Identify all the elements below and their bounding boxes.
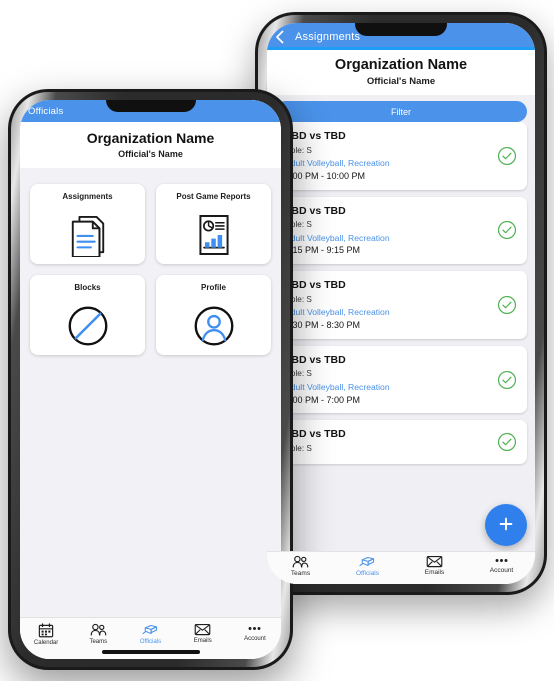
check-circle-icon[interactable] <box>497 146 517 166</box>
nav-label: Officials <box>139 639 162 645</box>
nav-item-teams[interactable]: Teams <box>72 623 124 645</box>
whistle-icon <box>142 623 159 637</box>
mockup-stage: Assignments Organization Name Official's… <box>0 0 554 681</box>
assignments-screen: Assignments Organization Name Official's… <box>267 23 535 584</box>
nav-label: Officials <box>356 570 379 577</box>
check-circle-icon[interactable] <box>497 432 517 452</box>
nav-item-teams[interactable]: Teams <box>267 555 334 578</box>
phone-back-assignments: Assignments Organization Name Official's… <box>255 12 547 595</box>
notch <box>355 23 447 36</box>
assignment-matchup: TBD vs TBD <box>285 130 346 142</box>
appbar-title: Officials <box>28 105 64 117</box>
table-row[interactable]: TBD vs TBD Role: S Adult Volleyball, Rec… <box>271 271 527 339</box>
nav-item-emails[interactable]: Emails <box>177 623 229 644</box>
organization-name: Organization Name <box>86 130 215 146</box>
nav-item-emails[interactable]: Emails <box>401 555 468 577</box>
check-circle-icon[interactable] <box>497 220 517 240</box>
phone-front-officials: Officials Organization Name Official's N… <box>8 89 293 670</box>
assignment-time: 7:30 PM - 8:30 PM <box>285 319 361 330</box>
menu-tile-grid: Assignments Post Game Reports Blocks Pro… <box>20 184 281 355</box>
table-row[interactable]: TBD vs TBD Role: S <box>271 420 527 465</box>
tile-blocks[interactable]: Blocks <box>30 275 145 355</box>
assignment-league[interactable]: Adult Volleyball, Recreation <box>285 158 491 168</box>
notch <box>105 100 196 112</box>
assignment-role: Role: S <box>285 220 312 230</box>
tile-label: Post Game Reports <box>176 192 251 201</box>
assignment-role: Role: S <box>285 443 312 453</box>
assignment-info: TBD vs TBD Role: S Adult Volleyball, Rec… <box>285 354 491 406</box>
nav-label: Emails <box>424 569 445 576</box>
ellipsis-icon <box>246 623 263 634</box>
assignment-role: Role: S <box>285 369 312 379</box>
assignment-info: TBD vs TBD Role: S Adult Volleyball, Rec… <box>285 205 491 257</box>
officials-home-screen: Officials Organization Name Official's N… <box>20 100 281 659</box>
assignment-time: 9:00 PM - 10:00 PM <box>285 170 366 181</box>
nav-item-account[interactable]: Account <box>229 623 281 642</box>
assignment-league[interactable]: Adult Volleyball, Recreation <box>285 307 491 317</box>
assignment-info: TBD vs TBD Role: S Adult Volleyball, Rec… <box>285 130 491 182</box>
calendar-icon <box>38 623 54 638</box>
people-icon <box>292 555 309 569</box>
org-header: Organization Name Official's Name <box>267 50 535 95</box>
tile-assignments[interactable]: Assignments <box>30 184 145 264</box>
ellipsis-icon <box>493 555 510 566</box>
nav-item-officials[interactable]: Officials <box>124 623 176 645</box>
tile-post-game-reports[interactable]: Post Game Reports <box>156 184 271 264</box>
block-circle-icon <box>67 296 109 355</box>
front-phone-screen: Officials Organization Name Official's N… <box>20 100 281 659</box>
person-circle-icon <box>193 296 235 355</box>
home-indicator <box>101 650 200 654</box>
nav-label: Emails <box>193 638 212 644</box>
bottom-navigation: Teams Officials Emails Account <box>267 551 535 584</box>
nav-item-account[interactable]: Account <box>468 555 535 575</box>
report-chart-icon <box>195 205 233 264</box>
tile-label: Blocks <box>74 283 101 292</box>
whistle-icon <box>359 555 376 569</box>
filter-button[interactable]: Filter <box>275 101 527 122</box>
assignments-list[interactable]: TBD vs TBD Role: S Adult Volleyball, Rec… <box>267 122 535 555</box>
nav-label: Calendar <box>33 640 59 646</box>
org-header: Organization Name Official's Name <box>20 122 281 168</box>
assignment-league[interactable]: Adult Volleyball, Recreation <box>285 382 491 392</box>
nav-item-calendar[interactable]: Calendar <box>20 623 72 646</box>
add-assignment-fab[interactable] <box>485 504 527 546</box>
official-name: Official's Name <box>366 76 436 87</box>
nav-item-officials[interactable]: Officials <box>334 555 401 578</box>
tile-label: Profile <box>201 283 226 292</box>
back-phone-screen: Assignments Organization Name Official's… <box>267 23 535 584</box>
nav-label: Teams <box>89 639 108 645</box>
assignment-matchup: TBD vs TBD <box>285 204 346 217</box>
appbar-title: Assignments <box>295 30 361 43</box>
envelope-icon <box>426 555 443 568</box>
table-row[interactable]: TBD vs TBD Role: S Adult Volleyball, Rec… <box>271 345 527 414</box>
plus-icon <box>497 515 515 536</box>
check-circle-icon[interactable] <box>497 370 517 390</box>
assignment-matchup: TBD vs TBD <box>285 279 346 292</box>
nav-label: Account <box>244 636 266 642</box>
table-row[interactable]: TBD vs TBD Role: S Adult Volleyball, Rec… <box>271 122 527 190</box>
assignment-matchup: TBD vs TBD <box>285 428 346 441</box>
tile-label: Assignments <box>62 192 113 201</box>
assignment-info: TBD vs TBD Role: S <box>285 428 491 456</box>
assignment-matchup: TBD vs TBD <box>285 353 346 366</box>
chevron-left-icon[interactable] <box>272 29 288 45</box>
check-circle-icon[interactable] <box>497 295 517 315</box>
people-icon <box>90 623 107 637</box>
official-name: Official's Name <box>118 149 183 159</box>
assignment-league[interactable]: Adult Volleyball, Recreation <box>285 233 491 243</box>
documents-icon <box>68 205 108 264</box>
appbar-underline <box>267 47 535 50</box>
assignment-time: 8:15 PM - 9:15 PM <box>285 245 361 256</box>
nav-label: Teams <box>290 570 311 577</box>
organization-name: Organization Name <box>334 57 468 73</box>
assignment-role: Role: S <box>285 145 312 155</box>
assignment-time: 6:00 PM - 7:00 PM <box>285 394 361 405</box>
nav-label: Account <box>489 567 514 574</box>
table-row[interactable]: TBD vs TBD Role: S Adult Volleyball, Rec… <box>271 196 527 265</box>
assignment-role: Role: S <box>285 294 312 304</box>
assignment-info: TBD vs TBD Role: S Adult Volleyball, Rec… <box>285 279 491 331</box>
envelope-icon <box>194 623 211 636</box>
tile-profile[interactable]: Profile <box>156 275 271 355</box>
